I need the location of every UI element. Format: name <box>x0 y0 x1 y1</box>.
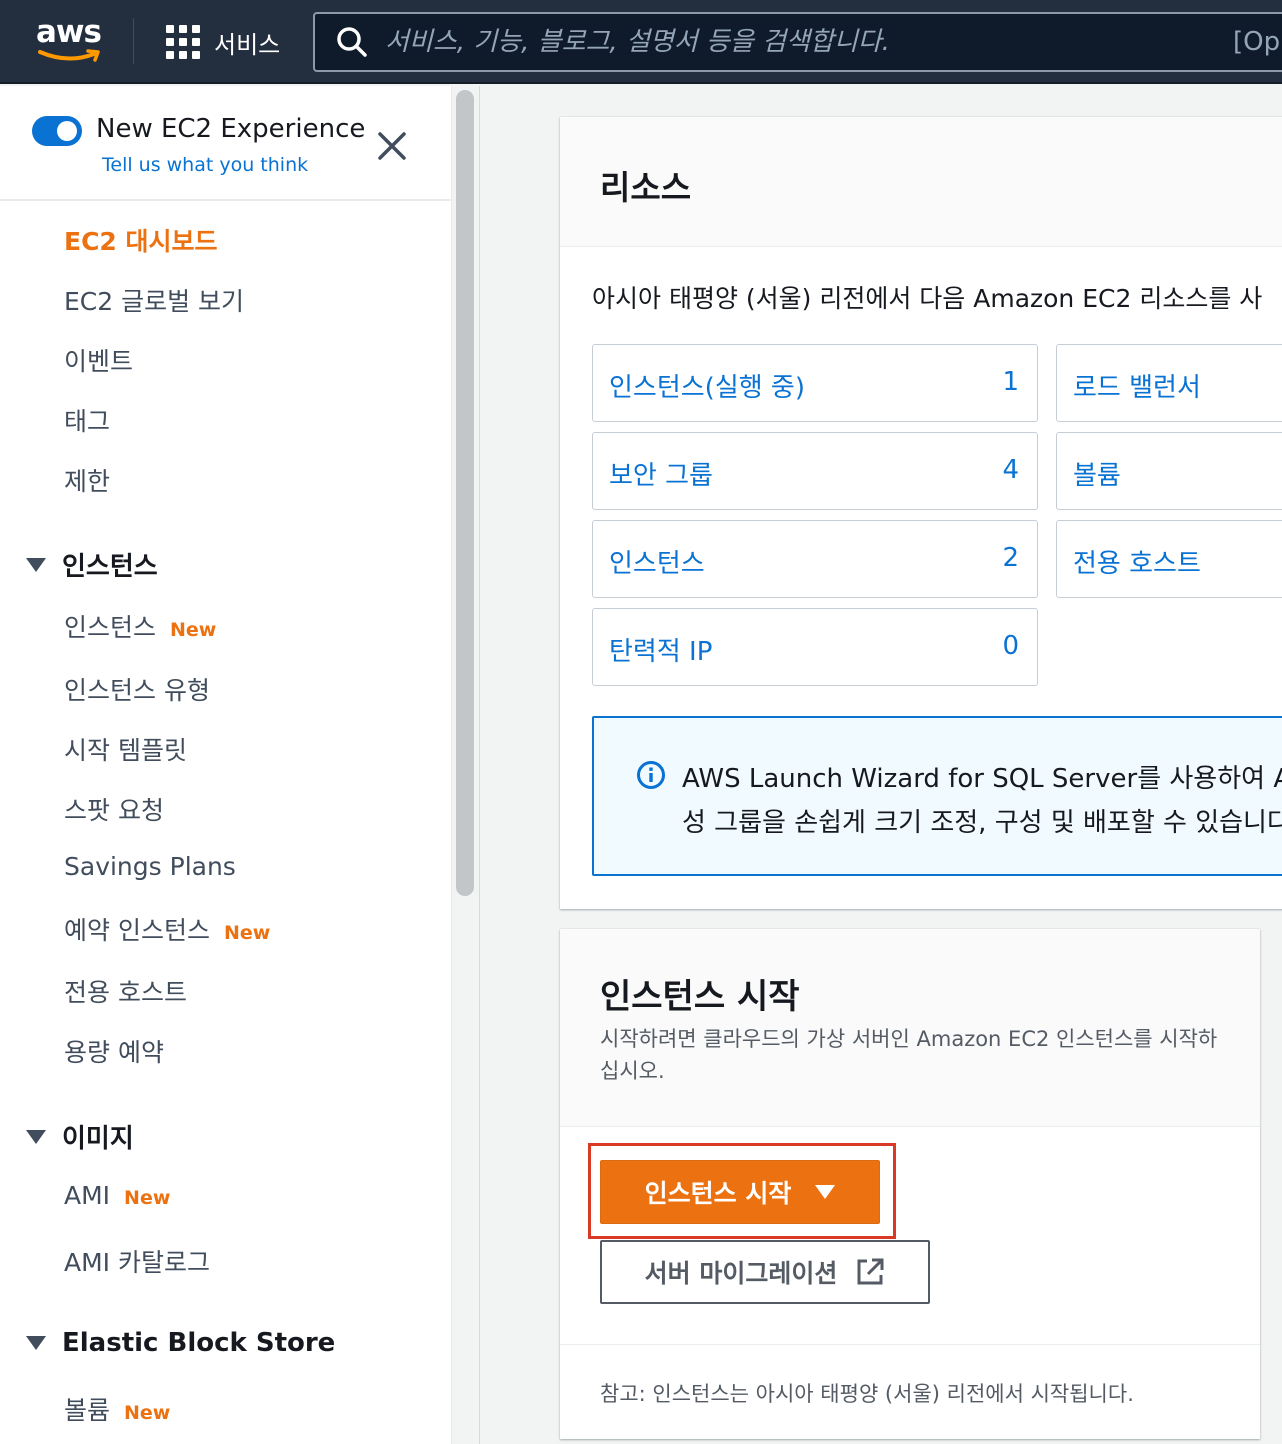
resource-tile-dedicated-hosts[interactable]: 전용 호스트 <box>1056 520 1282 598</box>
search-icon <box>337 27 367 57</box>
sidebar-item-events[interactable]: 이벤트 <box>64 342 133 378</box>
sidebar-item-label: 예약 인스턴스 <box>64 916 210 945</box>
sidebar-item-label: 볼륨 <box>64 1396 111 1425</box>
info-alert: AWS Launch Wizard for SQL Server를 사용하여 A… <box>592 716 1282 876</box>
external-link-icon <box>857 1258 884 1285</box>
sidebar: New EC2 Experience Tell us what you thin… <box>0 86 452 1444</box>
sidebar-item-instance-types[interactable]: 인스턴스 유형 <box>64 671 210 707</box>
migrate-server-button[interactable]: 서버 마이그레이션 <box>600 1240 930 1304</box>
migrate-server-button-label: 서버 마이그레이션 <box>644 1259 838 1288</box>
sidebar-item-capacity-reservations[interactable]: 용량 예약 <box>64 1033 164 1069</box>
sidebar-item-volumes[interactable]: 볼륨 New <box>64 1391 170 1427</box>
caret-down-icon <box>26 1336 46 1350</box>
sidebar-item-dedicated-hosts[interactable]: 전용 호스트 <box>64 973 187 1009</box>
resource-tile-load-balancers[interactable]: 로드 밸런서 <box>1056 344 1282 422</box>
sidebar-section-images[interactable]: 이미지 <box>26 1118 134 1155</box>
info-alert-line-1: AWS Launch Wizard for SQL Server를 사용하여 A <box>682 764 1282 794</box>
sidebar-item-ec2-global-view[interactable]: EC2 글로벌 보기 <box>64 282 244 318</box>
launch-footer-divider <box>560 1344 1260 1345</box>
new-experience-toggle[interactable] <box>32 116 82 146</box>
resource-tile-volumes[interactable]: 볼륨 <box>1056 432 1282 510</box>
close-icon[interactable] <box>376 130 408 162</box>
launch-instance-button-label: 인스턴스 시작 <box>644 1179 792 1208</box>
caret-down-icon <box>815 1185 836 1199</box>
resources-description: 아시아 태평양 (서울) 리전에서 다음 Amazon EC2 리소스를 사 <box>592 284 1263 313</box>
resource-tile-label: 보안 그룹 <box>609 461 713 491</box>
search-input[interactable] <box>385 27 1205 57</box>
sidebar-item-reserved-instances[interactable]: 예약 인스턴스 New <box>64 911 270 947</box>
top-navigation: aws 서비스 [Op <box>0 0 1282 84</box>
services-grid-icon <box>166 25 200 59</box>
info-alert-line-2: 성 그룹을 손쉽게 크기 조정, 구성 및 배포할 수 있습니다 <box>682 808 1282 838</box>
sidebar-divider <box>0 199 451 201</box>
resource-tile-label: 볼륨 <box>1073 461 1121 491</box>
resource-tile-label: 전용 호스트 <box>1073 549 1201 579</box>
sidebar-item-spot-requests[interactable]: 스팟 요청 <box>64 791 164 827</box>
launch-instance-description: 시작하려면 클라우드의 가상 서버인 Amazon EC2 인스턴스를 시작하십… <box>600 1027 1218 1083</box>
nav-separator <box>133 18 134 64</box>
sidebar-item-launch-templates[interactable]: 시작 템플릿 <box>64 731 187 767</box>
resource-tile-count: 1 <box>1002 367 1019 397</box>
launch-instance-title: 인스턴스 시작 <box>600 977 800 1017</box>
resource-tile-security-groups[interactable]: 보안 그룹 4 <box>592 432 1038 510</box>
launch-instance-panel: 인스턴스 시작 시작하려면 클라우드의 가상 서버인 Amazon EC2 인스… <box>560 929 1260 1439</box>
resource-tile-count: 0 <box>1002 631 1019 661</box>
resource-tile-count: 4 <box>1002 455 1019 485</box>
search-shortcut-hint: [Op <box>1233 27 1281 57</box>
sidebar-section-label: 이미지 <box>62 1124 134 1154</box>
resource-tile-label: 인스턴스 <box>609 549 705 579</box>
sidebar-section-label: 인스턴스 <box>62 552 158 582</box>
aws-logo[interactable]: aws <box>36 14 102 66</box>
sidebar-item-ami[interactable]: AMI New <box>64 1181 170 1210</box>
sidebar-section-instances[interactable]: 인스턴스 <box>26 546 158 583</box>
resource-tile-label: 인스턴스(실행 중) <box>609 373 805 403</box>
sidebar-item-ami-catalog[interactable]: AMI 카탈로그 <box>64 1243 210 1279</box>
sidebar-item-label: AMI <box>64 1181 111 1210</box>
launch-instance-header: 인스턴스 시작 시작하려면 클라우드의 가상 서버인 Amazon EC2 인스… <box>560 929 1260 1127</box>
aws-logo-text: aws <box>36 14 102 50</box>
services-menu-button[interactable]: 서비스 <box>166 24 280 60</box>
new-badge: New <box>223 922 271 944</box>
services-label: 서비스 <box>214 30 281 59</box>
launch-region-note: 참고: 인스턴스는 아시아 태평양 (서울) 리전에서 시작됩니다. <box>600 1382 1134 1406</box>
sidebar-item-label: 인스턴스 <box>64 613 157 642</box>
new-badge: New <box>170 619 217 641</box>
new-experience-title: New EC2 Experience <box>96 114 366 144</box>
global-search[interactable]: [Op <box>313 12 1282 72</box>
sidebar-item-tags[interactable]: 태그 <box>64 402 110 438</box>
resource-tile-instances[interactable]: 인스턴스 2 <box>592 520 1038 598</box>
resource-tile-label: 로드 밸런서 <box>1073 373 1201 403</box>
resources-panel: 리소스 아시아 태평양 (서울) 리전에서 다음 Amazon EC2 리소스를… <box>560 117 1282 909</box>
caret-down-icon <box>26 1129 46 1144</box>
sidebar-item-instances[interactable]: 인스턴스 New <box>64 608 216 644</box>
sidebar-section-ebs[interactable]: Elastic Block Store <box>26 1328 335 1358</box>
launch-instance-button[interactable]: 인스턴스 시작 <box>600 1160 880 1224</box>
resource-tile-elastic-ips[interactable]: 탄력적 IP 0 <box>592 608 1038 686</box>
sidebar-item-ec2-dashboard[interactable]: EC2 대시보드 <box>64 222 218 258</box>
aws-smile-icon <box>38 49 100 62</box>
resources-header: 리소스 <box>560 117 1282 247</box>
info-icon <box>637 761 665 789</box>
feedback-link[interactable]: Tell us what you think <box>102 154 308 176</box>
resource-tile-label: 탄력적 IP <box>609 637 713 667</box>
resources-title: 리소스 <box>600 168 692 207</box>
sidebar-scrollbar-thumb[interactable] <box>456 90 474 896</box>
new-badge: New <box>124 1187 171 1209</box>
resource-tile-count: 2 <box>1002 543 1019 573</box>
sidebar-section-label: Elastic Block Store <box>62 1328 336 1358</box>
caret-down-icon <box>26 557 46 572</box>
resource-tile-running-instances[interactable]: 인스턴스(실행 중) 1 <box>592 344 1038 422</box>
new-badge: New <box>124 1402 171 1424</box>
sidebar-item-limits[interactable]: 제한 <box>64 462 110 498</box>
sidebar-item-savings-plans[interactable]: Savings Plans <box>64 852 236 881</box>
